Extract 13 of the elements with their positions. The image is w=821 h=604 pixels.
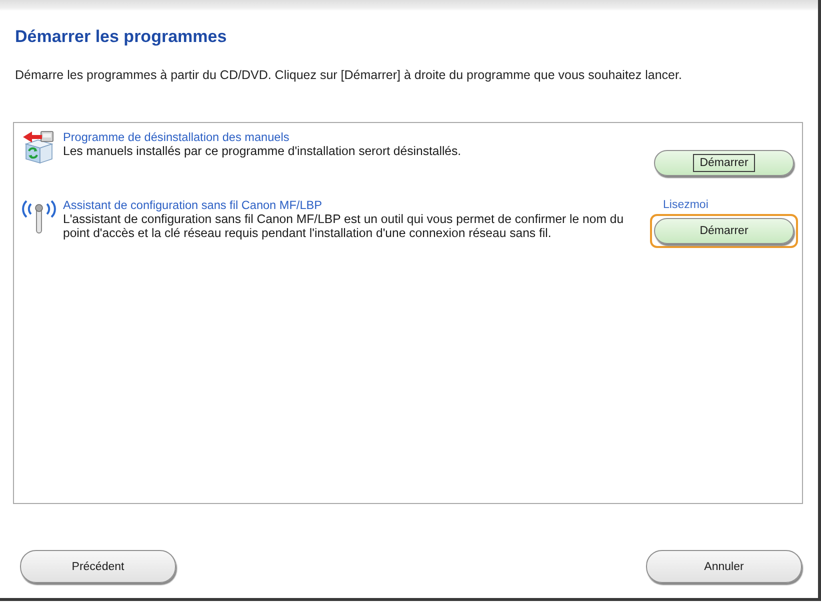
cancel-button[interactable]: Annuler xyxy=(646,550,802,583)
box-arrow-icon xyxy=(22,130,56,164)
program-name: Programme de désinstallation des manuels xyxy=(63,130,290,144)
program-name: Assistant de configuration sans fil Canon MF/LBP xyxy=(63,198,322,212)
instruction-text: Démarre les programmes à partir du CD/DVD. Cliquez sur [Démarrer] à droite du programme que vous souhaitez lancer. xyxy=(15,68,682,83)
program-description: Les manuels installés par ce programme d'installation serort désinstallés. xyxy=(63,144,462,158)
antenna-icon xyxy=(22,198,56,234)
start-button[interactable]: Démarrer xyxy=(654,150,794,176)
back-button[interactable]: Précédent xyxy=(20,550,176,583)
program-description: L'assistant de configuration sans fil Canon MF/LBP est un outil qui vous permet de confirmer le nom du point d'accès et la clé réseau requis pendant l'installation d'une connexion réseau sans fil. xyxy=(63,212,625,240)
readme-link[interactable]: Lisezmoi xyxy=(663,198,708,212)
start-button[interactable]: Démarrer xyxy=(654,218,794,244)
page-title: Démarrer les programmes xyxy=(15,27,227,47)
